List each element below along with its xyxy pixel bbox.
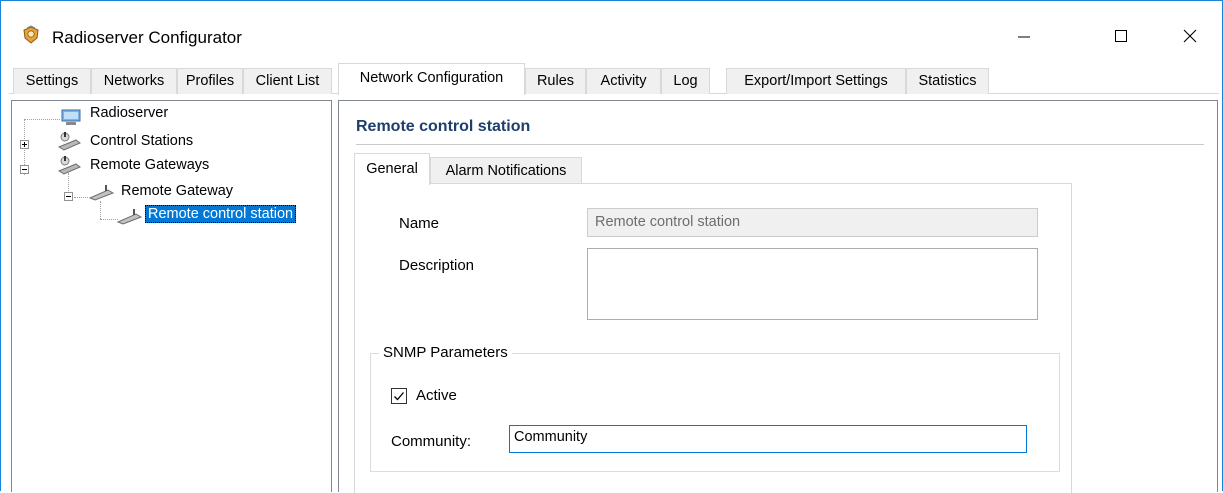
gateway-icon [88, 185, 115, 201]
checkmark-icon [394, 392, 404, 401]
active-label: Active [416, 387, 457, 404]
tab-alarm-notifications[interactable]: Alarm Notifications [430, 157, 582, 184]
tab-network-configuration[interactable]: Network Configuration [338, 63, 525, 95]
community-input[interactable]: Community [509, 425, 1027, 453]
detail-panel: Remote control station General Alarm Not… [338, 100, 1218, 493]
description-field[interactable] [587, 248, 1038, 320]
tree-item-radioserver[interactable]: Radioserver [12, 105, 312, 129]
tree-item-remote-control-station[interactable]: Remote control station [12, 205, 332, 227]
snmp-parameters-group: SNMP Parameters Active Community: Commun… [370, 344, 1060, 472]
tab-client-list[interactable]: Client List [243, 68, 332, 94]
title-bar[interactable]: Radioserver Configurator [1, 1, 1222, 63]
tree-label-remote-control-station: Remote control station [145, 205, 297, 223]
maximize-button[interactable] [1098, 19, 1144, 53]
tab-general[interactable]: General [354, 153, 430, 185]
title-divider [356, 144, 1204, 145]
tree-label-remote-gateways: Remote Gateways [90, 157, 210, 173]
radioserver-app-icon [23, 25, 39, 44]
radio-station-icon [57, 156, 81, 175]
tab-activity[interactable]: Activity [586, 68, 661, 94]
main-tabstrip: Settings Networks Profiles Client List N… [9, 63, 1219, 95]
name-field[interactable]: Remote control station [587, 208, 1038, 237]
minimize-icon [1018, 36, 1030, 38]
tab-settings[interactable]: Settings [13, 68, 91, 94]
close-icon [1183, 29, 1197, 43]
expand-plus-icon[interactable] [20, 140, 29, 149]
snmp-group-title: SNMP Parameters [379, 344, 512, 361]
computer-icon [61, 109, 81, 125]
tab-rules[interactable]: Rules [525, 68, 586, 94]
tree-item-remote-gateways[interactable]: Remote Gateways [12, 155, 312, 177]
name-label: Name [399, 215, 440, 232]
close-button[interactable] [1167, 19, 1213, 53]
network-tree[interactable]: Radioserver Control Stations Remote Gate… [11, 100, 332, 492]
minimize-button[interactable] [1001, 19, 1047, 53]
tab-export-import-settings[interactable]: Export/Import Settings [726, 68, 906, 94]
tree-item-remote-gateway[interactable]: Remote Gateway [12, 181, 312, 203]
tab-log[interactable]: Log [661, 68, 710, 94]
page-title: Remote control station [356, 118, 531, 135]
tree-label-radioserver: Radioserver [90, 105, 169, 121]
community-label: Community: [391, 433, 472, 450]
tree-label-remote-gateway: Remote Gateway [121, 183, 234, 199]
maximize-icon [1115, 30, 1127, 42]
collapse-minus-icon[interactable] [20, 165, 29, 174]
window-title: Radioserver Configurator [52, 28, 242, 47]
general-tab-page: Name Remote control station Description … [354, 183, 1072, 493]
tab-networks[interactable]: Networks [91, 68, 177, 94]
radio-station-icon [57, 132, 81, 151]
app-window: Radioserver Configurator Settings Networ… [0, 0, 1223, 493]
tree-item-control-stations[interactable]: Control Stations [12, 131, 312, 153]
tree-label-control-stations: Control Stations [90, 133, 194, 149]
active-checkbox[interactable] [391, 388, 407, 404]
tab-profiles[interactable]: Profiles [177, 68, 243, 94]
gateway-icon [116, 209, 143, 225]
tab-statistics[interactable]: Statistics [906, 68, 989, 94]
collapse-minus-icon[interactable] [64, 192, 73, 201]
description-label: Description [399, 257, 475, 274]
